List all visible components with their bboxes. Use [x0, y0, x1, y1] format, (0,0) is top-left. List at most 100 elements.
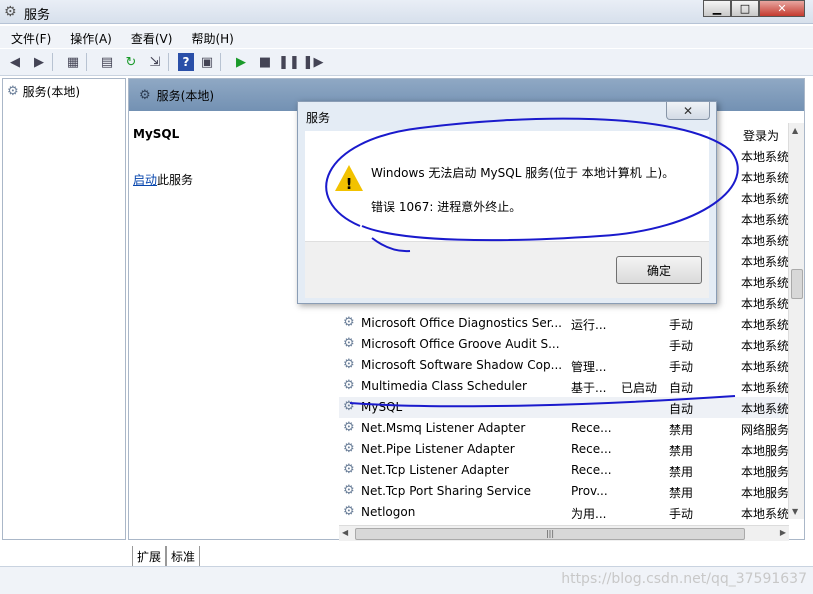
- pause-icon[interactable]: ❚❚: [278, 51, 300, 73]
- cell-logon: 本地系统: [741, 150, 789, 164]
- toolbar: ◀ ▶ ▦ ▤ ↻ ⇲ ? ▣ ▶ ■ ❚❚ ❚▶: [0, 49, 813, 76]
- cell-logon: 网络服务: [741, 423, 789, 437]
- cell-name: Microsoft Office Groove Audit S...: [361, 337, 560, 351]
- back-arrow-icon[interactable]: ◀: [4, 51, 26, 73]
- window-title: 服务: [24, 8, 51, 23]
- table-row[interactable]: ⚙ Net.Tcp Listener Adapter Rece... 禁用 本地服务: [339, 460, 789, 481]
- cell-name: Netlogon: [361, 505, 416, 519]
- cell-status: 已启动: [621, 381, 658, 395]
- cell-desc: Rece...: [571, 421, 612, 435]
- close-window-button[interactable]: ✕: [759, 0, 805, 17]
- start-service-suffix: 此服务: [157, 173, 194, 187]
- cell-name: Net.Pipe Listener Adapter: [361, 442, 515, 456]
- dialog-close-button[interactable]: ✕: [666, 102, 710, 120]
- table-row[interactable]: ⚙ Microsoft Office Groove Audit S... 手动 本地系…: [339, 334, 789, 355]
- gear-icon: ⚙: [139, 87, 151, 103]
- cell-logon: 本地系统: [741, 213, 789, 227]
- cell-logon: 本地系统: [741, 234, 789, 248]
- forward-arrow-icon[interactable]: ▶: [28, 51, 50, 73]
- cell-start: 手动: [669, 507, 694, 521]
- services-gear-icon: ⚙: [4, 4, 17, 20]
- stop-icon[interactable]: ■: [254, 51, 276, 73]
- cell-start: 手动: [669, 360, 694, 374]
- dialog-error-code: 错误 1067: 进程意外终止。: [371, 200, 522, 214]
- export-icon[interactable]: ⇲: [144, 51, 166, 73]
- service-gear-icon: ⚙: [343, 504, 355, 519]
- cell-desc: 为用...: [571, 507, 607, 521]
- cell-desc: Prov...: [571, 484, 608, 498]
- dialog-footer: 确定: [305, 241, 709, 298]
- dialog-message: Windows 无法启动 MySQL 服务(位于 本地计算机 上)。: [371, 166, 675, 180]
- tab-extended[interactable]: 扩展: [132, 546, 167, 568]
- scroll-down-icon[interactable]: ▼: [792, 507, 798, 516]
- close-icon: ✕: [682, 103, 694, 118]
- window-controls: ▁ □ ✕: [703, 0, 805, 17]
- restart-icon[interactable]: ❚▶: [302, 51, 324, 73]
- cell-logon: 本地系统: [741, 297, 789, 311]
- minimize-button[interactable]: ▁: [703, 0, 731, 17]
- cell-logon: 本地系统: [741, 339, 789, 353]
- service-gear-icon: ⚙: [343, 441, 355, 456]
- ok-button[interactable]: 确定: [616, 256, 702, 284]
- cell-start: 手动: [669, 318, 694, 332]
- scroll-right-icon[interactable]: ▶: [780, 528, 786, 537]
- watermark-text: https://blog.csdn.net/qq_37591637: [561, 571, 807, 587]
- dialog-title: 服务: [306, 111, 331, 125]
- refresh-icon[interactable]: ↻: [120, 51, 142, 73]
- cell-logon: 本地系统: [741, 318, 789, 332]
- table-row[interactable]: ⚙ Multimedia Class Scheduler 基于... 已启动 自动 本地系…: [339, 376, 789, 397]
- cell-name: Microsoft Office Diagnostics Ser...: [361, 316, 562, 330]
- vertical-scroll-thumb[interactable]: [791, 269, 803, 299]
- cell-logon: 本地服务: [741, 444, 789, 458]
- tab-standard[interactable]: 标准: [166, 546, 201, 568]
- scroll-left-icon[interactable]: ◀: [342, 528, 348, 537]
- cell-start: 手动: [669, 339, 694, 353]
- view-tabs: 扩展 标准: [132, 546, 201, 568]
- warning-exclamation: !: [345, 175, 353, 193]
- table-row[interactable]: ⚙ Net.Tcp Port Sharing Service Prov... 禁用 本地…: [339, 481, 789, 502]
- menu-view[interactable]: 查看(V): [120, 26, 181, 48]
- console-tree-icon[interactable]: ▦: [62, 51, 84, 73]
- maximize-button[interactable]: □: [731, 0, 759, 17]
- toolbar-separator: [220, 53, 226, 71]
- scroll-up-icon[interactable]: ▲: [792, 126, 798, 135]
- table-row[interactable]: ⚙ Microsoft Software Shadow Cop... 管理... 手动…: [339, 355, 789, 376]
- menu-file[interactable]: 文件(F): [0, 26, 59, 48]
- vertical-scrollbar[interactable]: ▲ ▼: [788, 123, 804, 519]
- cell-logon: 本地系统: [741, 192, 789, 206]
- table-row[interactable]: ⚙ Net.Pipe Listener Adapter Rece... 禁用 本地服务: [339, 439, 789, 460]
- help-icon[interactable]: ?: [178, 53, 194, 71]
- cell-desc: 管理...: [571, 360, 607, 374]
- cell-name: Net.Msmq Listener Adapter: [361, 421, 526, 435]
- toolbar-separator: [86, 53, 92, 71]
- cell-name: Net.Tcp Listener Adapter: [361, 463, 509, 477]
- menu-action[interactable]: 操作(A): [59, 26, 120, 48]
- view-icon[interactable]: ▣: [196, 51, 218, 73]
- cell-start: 禁用: [669, 423, 694, 437]
- title-bar: ⚙ 服务 ▁ □ ✕: [0, 0, 813, 24]
- horizontal-scrollbar[interactable]: ◀ ||| ▶: [339, 525, 789, 541]
- play-icon[interactable]: ▶: [230, 51, 252, 73]
- table-row[interactable]: ⚙ Net.Msmq Listener Adapter Rece... 禁用 网络服务: [339, 418, 789, 439]
- table-row[interactable]: ⚙ MySQL 自动 本地系统: [339, 397, 789, 418]
- column-header-logon[interactable]: 登录为: [743, 127, 779, 144]
- table-row[interactable]: ⚙ Microsoft Office Diagnostics Ser... 运行..…: [339, 313, 789, 334]
- error-dialog: 服务 ✕ ! Windows 无法启动 MySQL 服务(位于 本地计算机 上)…: [297, 101, 717, 304]
- cell-start: 自动: [669, 381, 694, 395]
- start-service-link[interactable]: 启动: [133, 173, 157, 187]
- service-gear-icon: ⚙: [343, 378, 355, 393]
- service-gear-icon: ⚙: [343, 336, 355, 351]
- tree-node-services-local[interactable]: ⚙ 服务(本地): [7, 83, 80, 100]
- cell-start: 禁用: [669, 486, 694, 500]
- table-row[interactable]: ⚙ Netlogon 为用... 手动 本地系统: [339, 502, 789, 523]
- cell-name: Net.Tcp Port Sharing Service: [361, 484, 532, 498]
- properties-icon[interactable]: ▤: [96, 51, 118, 73]
- horizontal-scroll-thumb[interactable]: |||: [355, 528, 745, 540]
- service-gear-icon: ⚙: [343, 315, 355, 330]
- toolbar-separator: [168, 53, 174, 71]
- cell-logon: 本地系统: [741, 171, 789, 185]
- menu-bar: 文件(F) 操作(A) 查看(V) 帮助(H): [0, 26, 813, 48]
- menu-help[interactable]: 帮助(H): [180, 26, 241, 48]
- cell-desc: 基于...: [571, 381, 607, 395]
- cell-desc: Rece...: [571, 442, 612, 456]
